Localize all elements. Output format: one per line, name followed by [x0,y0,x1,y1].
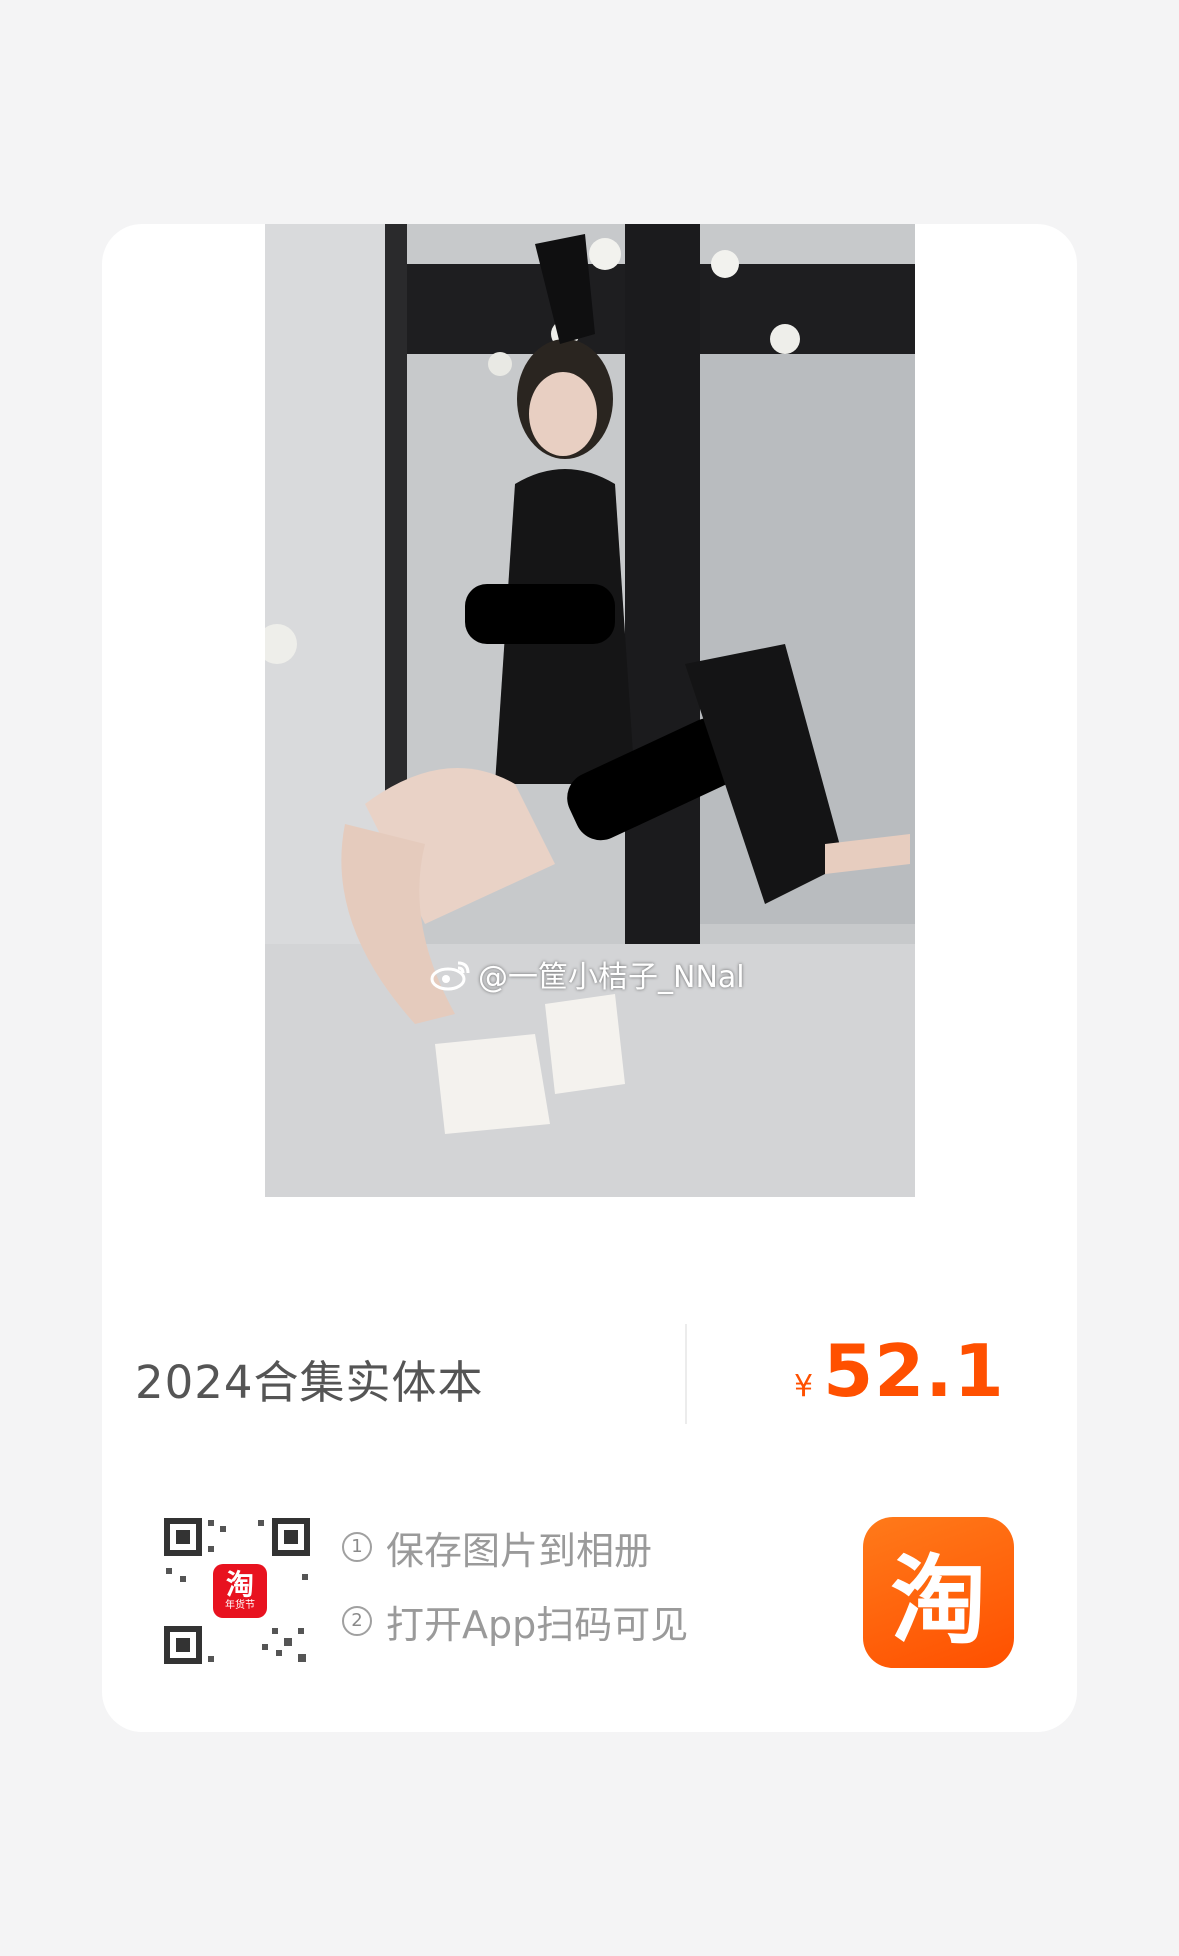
taobao-logo-text: 淘 [890,1545,987,1657]
price-amount: 52.1 [823,1329,1005,1413]
vertical-divider [685,1324,687,1424]
photo-illustration [265,224,915,1197]
weibo-watermark: @一筐小桔子_NNal [430,952,745,996]
step-number-icon: 2 [342,1606,372,1636]
taobao-logo[interactable]: 淘 [863,1517,1014,1668]
product-price: ¥ 52.1 [794,1329,1005,1413]
step-text: 打开App扫码可见 [386,1602,689,1647]
step-text: 保存图片到相册 [386,1528,653,1573]
qr-badge-sub: 年货节 [225,1600,255,1611]
qr-center-badge: 淘 年货节 [213,1564,267,1618]
watermark-text: @一筐小桔子_NNal [478,960,745,995]
product-title: 2024合集实体本 [135,1356,484,1409]
step-number-icon: 1 [342,1532,372,1562]
currency-symbol: ¥ [794,1369,814,1404]
scan-instructions: 1 保存图片到相册 2 打开App扫码可见 [342,1524,688,1647]
qr-code[interactable]: 淘 年货节 [162,1516,310,1666]
product-share-card: @一筐小桔子_NNal 2024合集实体本 ¥ 52.1 淘 年货节 1 保存图… [102,224,1077,1732]
step-2: 2 打开App扫码可见 [342,1598,688,1647]
product-photo[interactable]: @一筐小桔子_NNal [265,224,915,1197]
step-1: 1 保存图片到相册 [342,1524,688,1573]
qr-badge-text: 淘 [225,1568,254,1601]
weibo-icon [430,961,470,991]
